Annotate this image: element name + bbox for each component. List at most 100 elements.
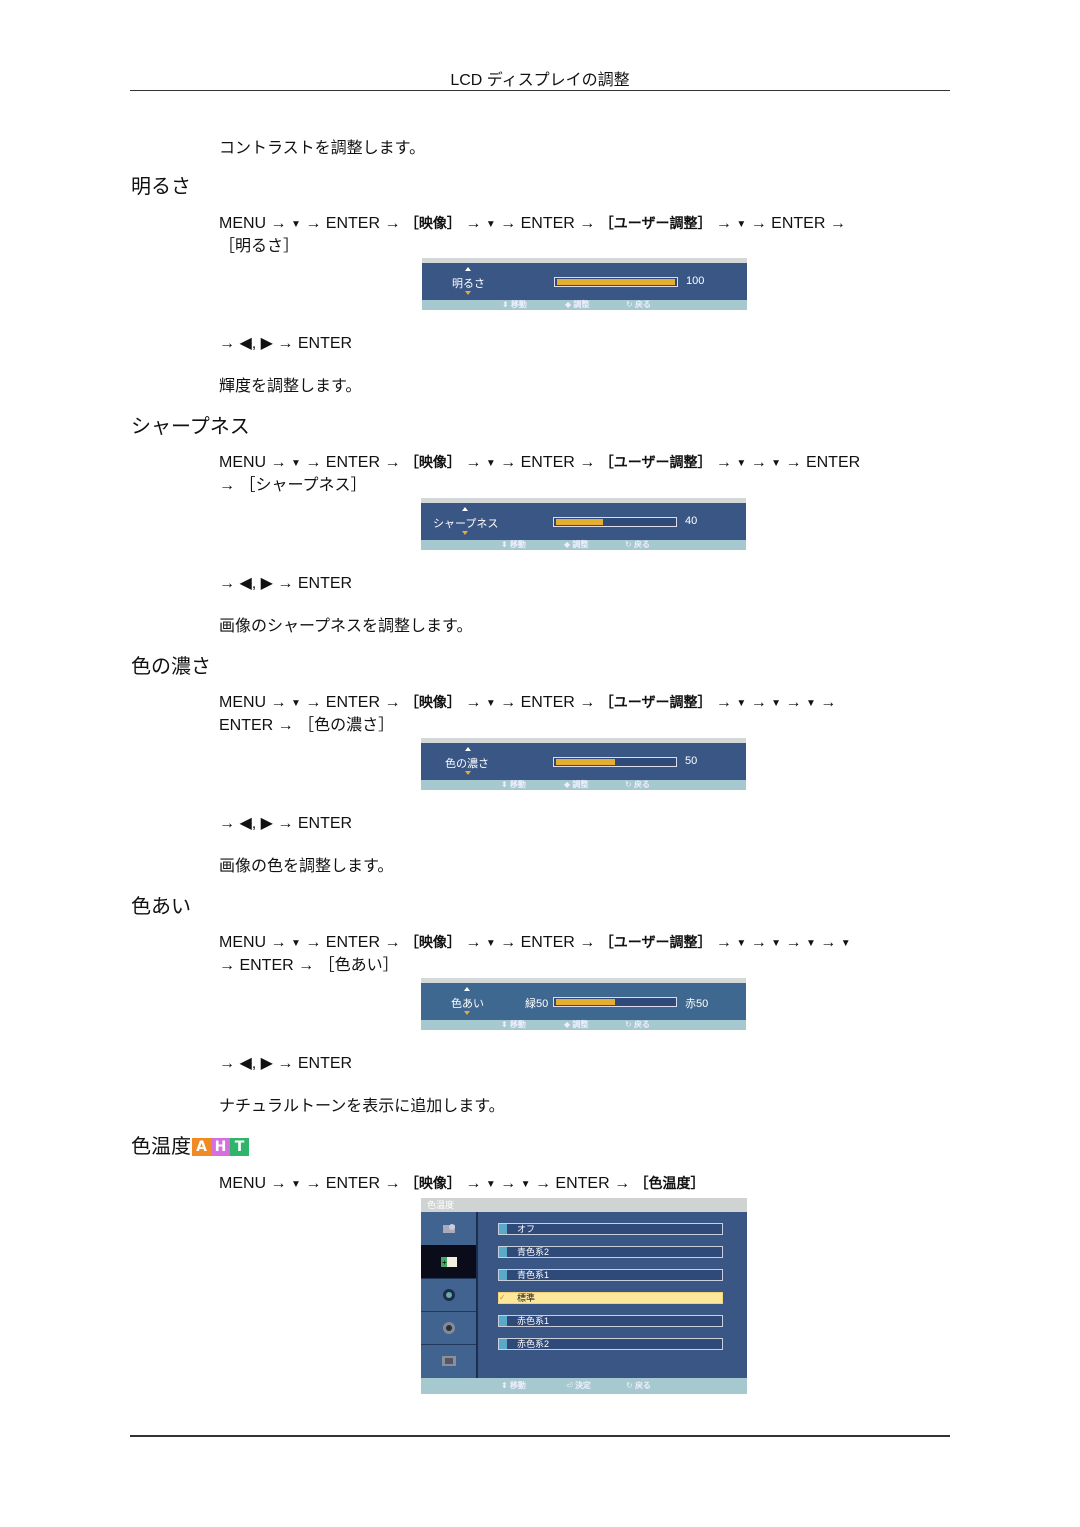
arrow-right-icon: → xyxy=(495,454,521,471)
arrow-right-icon: → xyxy=(300,934,326,951)
down-key-icon: ▼ xyxy=(805,698,816,709)
slider-fill xyxy=(556,519,603,525)
down-key-icon: ▼ xyxy=(771,458,782,469)
down-arrow-icon xyxy=(464,1011,470,1015)
menu-path-line2: → ENTER → ［色あい］ xyxy=(219,957,399,974)
down-key-icon: ▼ xyxy=(485,458,496,469)
arrow-right-icon: → xyxy=(825,215,846,232)
down-key-icon: ▼ xyxy=(291,458,301,469)
color-temp-option[interactable]: ✓ 標準 xyxy=(498,1292,723,1304)
osd-label: 明るさ xyxy=(452,278,485,290)
arrow-right-icon: → xyxy=(495,1175,521,1192)
color-temp-option[interactable]: 青色系1 xyxy=(498,1269,723,1281)
osd-tint-panel: 色あい 緑50 赤50 ⬍ 移動 ◆ 調整 ↻ 戻る xyxy=(421,978,746,1030)
settings-icon[interactable] xyxy=(421,1311,476,1345)
menu-path-line2: ENTER → ［色の濃さ］ xyxy=(219,717,395,734)
section-title-text: 色温度 xyxy=(131,1136,191,1158)
sound-icon[interactable]: + xyxy=(421,1245,476,1279)
key-label: ENTER xyxy=(805,454,861,471)
key-label: ENTER xyxy=(520,694,575,711)
page-header-title: LCD ディスプレイの調整 xyxy=(450,72,630,89)
arrow-right-icon: → xyxy=(746,934,772,951)
option-marker xyxy=(499,1339,507,1349)
slider-fill xyxy=(557,279,675,285)
up-arrow-icon xyxy=(465,267,471,271)
footer-move: ⬍ 移動 xyxy=(502,300,527,309)
arrow-right-icon: → xyxy=(380,1175,405,1192)
menu-path-sharpness: MENU → ▼ → ENTER → ［映像］ → ▼ → ENTER → ［ユ… xyxy=(219,452,954,497)
key-label: ENTER xyxy=(325,1175,381,1192)
down-key-icon: ▼ xyxy=(736,938,747,949)
menu-path-line2: → ［シャープネス］ xyxy=(219,477,367,494)
osd-brightness-panel: 明るさ 100 ⬍ 移動 ◆ 調整 ↻ 戻る xyxy=(422,258,747,310)
header-divider xyxy=(130,90,950,91)
menu-path-color-temp: MENU → ▼ → ENTER → ［映像］ → ▼ → ▼ → ENTER … xyxy=(219,1173,954,1196)
footer-back: ↻ 戻る xyxy=(625,780,650,789)
footer-adjust: ◆ 調整 xyxy=(564,1020,589,1029)
menu-item-ref: ［映像］ xyxy=(404,455,461,471)
down-key-icon: ▼ xyxy=(771,698,782,709)
footer-move: ⬍ 移動 xyxy=(501,540,526,549)
option-label: 赤色系2 xyxy=(517,1339,550,1349)
arrow-right-icon: → xyxy=(574,694,600,711)
up-arrow-icon xyxy=(462,507,468,511)
description: ナチュラルトーンを表示に追加します。 xyxy=(219,1098,505,1115)
arrow-right-icon: → xyxy=(380,215,405,232)
color-temp-option[interactable]: 赤色系2 xyxy=(498,1338,723,1350)
down-key-icon: ▼ xyxy=(771,938,782,949)
arrow-right-icon: → xyxy=(815,934,841,951)
arrow-right-icon: → xyxy=(574,215,600,232)
arrow-right-icon: → xyxy=(266,934,291,951)
aht-badge: AHT xyxy=(192,1138,249,1156)
option-marker xyxy=(499,1316,507,1326)
down-key-icon: ▼ xyxy=(485,938,496,949)
footer-back: ↻ 戻る xyxy=(625,540,650,549)
picture-icon[interactable] xyxy=(421,1212,476,1246)
badge-letter-a: A xyxy=(192,1138,211,1156)
nav-instruction: → ◀, ▶ → ENTER xyxy=(219,1055,353,1072)
down-arrow-icon xyxy=(462,531,468,535)
down-key-icon: ▼ xyxy=(520,1179,531,1190)
arrow-right-icon: → xyxy=(380,454,405,471)
color-temp-option[interactable]: 青色系2 xyxy=(498,1246,723,1258)
menu-item-ref: ［色温度］ xyxy=(634,1176,705,1192)
osd-menu-title: 色温度 xyxy=(421,1198,747,1212)
arrow-right-icon: → xyxy=(266,1175,291,1192)
color-temp-option[interactable]: 赤色系1 xyxy=(498,1315,723,1327)
osd-sharpness-panel: シャープネス 40 ⬍ 移動 ◆ 調整 ↻ 戻る xyxy=(421,498,746,550)
footer-back: ↻ 戻る xyxy=(625,1020,650,1029)
footer-confirm: ⏎ 決定 xyxy=(566,1381,591,1390)
color-temp-option[interactable]: オフ xyxy=(498,1223,723,1235)
footer-divider xyxy=(130,1435,950,1437)
input-icon[interactable] xyxy=(421,1344,476,1377)
footer-move: ⬍ 移動 xyxy=(501,780,526,789)
arrow-right-icon: → xyxy=(530,1175,556,1192)
tint-slider[interactable] xyxy=(553,997,677,1007)
osd-side-menu: + xyxy=(421,1212,478,1378)
menu-item-ref: ［ユーザー調整］ xyxy=(599,695,712,711)
arrow-right-icon: → xyxy=(781,454,806,471)
arrow-right-icon: → xyxy=(781,934,806,951)
osd-label: 色の濃さ xyxy=(445,758,489,770)
sharpness-slider[interactable] xyxy=(553,517,677,527)
brightness-slider[interactable] xyxy=(554,277,678,287)
option-marker xyxy=(499,1247,507,1257)
arrow-right-icon: → xyxy=(495,694,521,711)
color-slider[interactable] xyxy=(553,757,677,767)
key-label: ENTER xyxy=(520,454,575,471)
description: 輝度を調整します。 xyxy=(219,378,362,395)
key-label: ENTER xyxy=(325,934,381,951)
option-label: 青色系2 xyxy=(517,1247,550,1257)
setup-icon[interactable] xyxy=(421,1278,476,1312)
key-label: ENTER xyxy=(325,215,381,232)
menu-item-ref: ［映像］ xyxy=(404,935,461,951)
down-key-icon: ▼ xyxy=(291,938,301,949)
arrow-right-icon: → xyxy=(266,215,291,232)
footer-adjust: ◆ 調整 xyxy=(565,300,590,309)
arrow-right-icon: → xyxy=(781,694,806,711)
description: 画像のシャープネスを調整します。 xyxy=(219,618,473,635)
menu-item-ref: ［映像］ xyxy=(404,1176,461,1192)
arrow-right-icon: → xyxy=(266,694,291,711)
option-label: 赤色系1 xyxy=(517,1316,550,1326)
section-title-color-temp: 色温度 A H T xyxy=(131,1130,249,1159)
